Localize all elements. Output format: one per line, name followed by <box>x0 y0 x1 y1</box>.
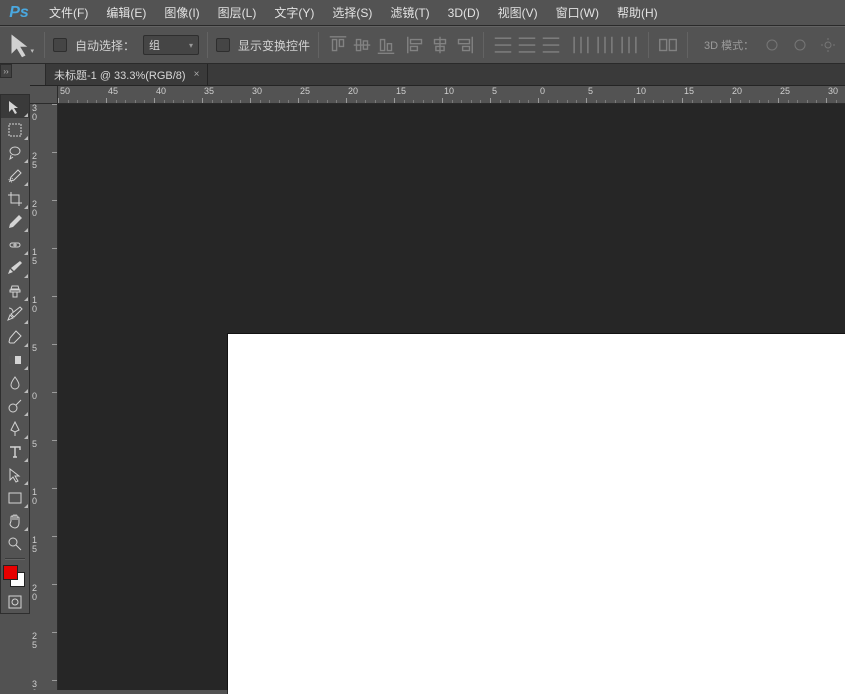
align-vcenter-button[interactable] <box>351 35 373 55</box>
document-tab[interactable]: 未标题-1 @ 33.3%(RGB/8) × <box>46 64 208 85</box>
options-bar: ▾ 自动选择： 组 ▾ 显示变换控件 3D 模式： <box>0 26 845 64</box>
eraser-tool[interactable] <box>1 325 29 348</box>
distribute-group-2 <box>570 35 640 55</box>
menu-3d[interactable]: 3D(D) <box>439 2 489 24</box>
mode-3d-label: 3D 模式： <box>704 37 754 53</box>
hand-tool[interactable] <box>1 509 29 532</box>
quick-selection-tool[interactable] <box>1 164 29 187</box>
show-transform-label: 显示变换控件 <box>238 37 310 54</box>
align-hcenter-button[interactable] <box>429 35 451 55</box>
dodge-tool[interactable] <box>1 394 29 417</box>
panel-collapse-toggle[interactable]: ›› <box>0 64 12 78</box>
menu-bar: Ps 文件(F) 编辑(E) 图像(I) 图层(L) 文字(Y) 选择(S) 滤… <box>0 0 845 26</box>
menu-filter[interactable]: 滤镜(T) <box>381 0 438 25</box>
tab-close-icon[interactable]: × <box>194 69 200 80</box>
divider <box>207 32 208 58</box>
menu-edit[interactable]: 编辑(E) <box>97 0 155 25</box>
history-brush-tool[interactable] <box>1 302 29 325</box>
menu-image[interactable]: 图像(I) <box>155 0 208 25</box>
distribute-right-button[interactable] <box>618 35 640 55</box>
rectangle-tool[interactable] <box>1 486 29 509</box>
show-transform-checkbox[interactable] <box>216 38 230 52</box>
pen-tool[interactable] <box>1 417 29 440</box>
distribute-top-button[interactable] <box>492 35 514 55</box>
divider <box>44 32 45 58</box>
eyedropper-tool[interactable] <box>1 210 29 233</box>
menu-type[interactable]: 文字(Y) <box>265 0 323 25</box>
distribute-hcenter-button[interactable] <box>594 35 616 55</box>
menu-help[interactable]: 帮助(H) <box>608 0 667 25</box>
move-tool[interactable] <box>1 95 29 118</box>
app-logo: Ps <box>6 2 32 24</box>
clone-stamp-tool[interactable] <box>1 279 29 302</box>
brush-tool[interactable] <box>1 256 29 279</box>
align-group-2 <box>405 35 475 55</box>
zoom-tool[interactable] <box>1 532 29 555</box>
path-selection-tool[interactable] <box>1 463 29 486</box>
orbit-3d-icon[interactable] <box>762 35 782 55</box>
divider <box>318 32 319 58</box>
distribute-bottom-button[interactable] <box>540 35 562 55</box>
menu-select[interactable]: 选择(S) <box>323 0 381 25</box>
toolbox <box>0 94 30 614</box>
quick-mask-toggle[interactable] <box>1 591 29 613</box>
spot-healing-tool[interactable] <box>1 233 29 256</box>
gradient-tool[interactable] <box>1 348 29 371</box>
document-tab-title: 未标题-1 @ 33.3%(RGB/8) <box>54 67 186 83</box>
align-top-button[interactable] <box>327 35 349 55</box>
auto-select-value: 组 <box>149 37 160 53</box>
crop-tool[interactable] <box>1 187 29 210</box>
work-area: 5045403530252015105051015202530 30252015… <box>30 86 845 690</box>
align-left-button[interactable] <box>405 35 427 55</box>
ruler-origin-corner[interactable] <box>30 86 58 104</box>
menu-file[interactable]: 文件(F) <box>40 0 97 25</box>
divider <box>687 32 688 58</box>
blur-tool[interactable] <box>1 371 29 394</box>
canvas-artboard[interactable] <box>228 334 845 694</box>
ruler-vertical[interactable]: 30252015105051015202530 <box>30 104 58 690</box>
distribute-vcenter-button[interactable] <box>516 35 538 55</box>
lasso-tool[interactable] <box>1 141 29 164</box>
ruler-horizontal[interactable]: 5045403530252015105051015202530 <box>58 86 845 104</box>
auto-select-target-select[interactable]: 组 ▾ <box>143 35 199 55</box>
current-tool-icon[interactable]: ▾ <box>8 34 36 56</box>
tool-preset-caret-icon: ▾ <box>30 47 34 55</box>
align-group-1 <box>327 35 397 55</box>
divider <box>648 32 649 58</box>
canvas-viewport[interactable] <box>58 104 845 690</box>
align-bottom-button[interactable] <box>375 35 397 55</box>
distribute-left-button[interactable] <box>570 35 592 55</box>
color-swatches[interactable] <box>1 563 29 591</box>
menu-layer[interactable]: 图层(L) <box>209 0 266 25</box>
select-caret-icon: ▾ <box>189 41 193 50</box>
document-tab-bar: 未标题-1 @ 33.3%(RGB/8) × <box>30 64 845 86</box>
rectangular-marquee-tool[interactable] <box>1 118 29 141</box>
menu-view[interactable]: 视图(V) <box>489 0 547 25</box>
auto-select-checkbox[interactable] <box>53 38 67 52</box>
tab-gutter <box>30 64 46 85</box>
foreground-color-swatch[interactable] <box>3 565 18 580</box>
auto-select-label: 自动选择： <box>75 37 135 54</box>
auto-align-button[interactable] <box>657 35 679 55</box>
divider <box>483 32 484 58</box>
align-right-button[interactable] <box>453 35 475 55</box>
tool-separator <box>1 555 29 561</box>
pan-3d-icon[interactable] <box>790 35 810 55</box>
distribute-group-1 <box>492 35 562 55</box>
menu-window[interactable]: 窗口(W) <box>547 0 608 25</box>
light-3d-icon[interactable] <box>818 35 838 55</box>
type-tool[interactable] <box>1 440 29 463</box>
